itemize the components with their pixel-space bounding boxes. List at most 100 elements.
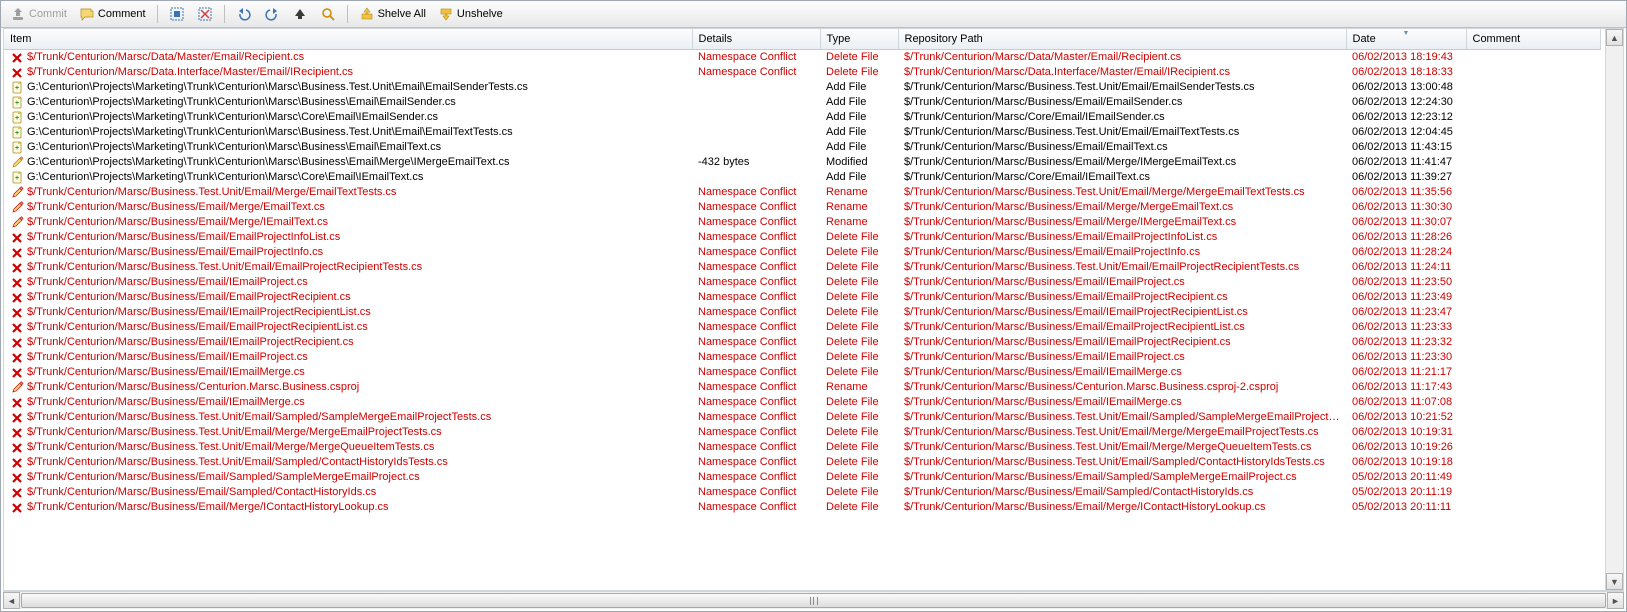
table-row[interactable]: $/Trunk/Centurion/Marsc/Business.Test.Un… — [4, 410, 1600, 425]
cell-type: Add File — [820, 170, 898, 185]
redo-button[interactable] — [259, 2, 285, 26]
delete-icon — [10, 471, 24, 485]
cell-item: +G:\Centurion\Projects\Marketing\Trunk\C… — [4, 80, 692, 95]
table-row[interactable]: $/Trunk/Centurion/Marsc/Business/Email/S… — [4, 470, 1600, 485]
table-row[interactable]: $/Trunk/Centurion/Marsc/Business/Centuri… — [4, 380, 1600, 395]
table-row[interactable]: $/Trunk/Centurion/Marsc/Business/Email/M… — [4, 500, 1600, 515]
cell-details: Namespace Conflict — [692, 230, 820, 245]
table-row[interactable]: +G:\Centurion\Projects\Marketing\Trunk\C… — [4, 170, 1600, 185]
table-row[interactable]: $/Trunk/Centurion/Marsc/Business/Email/I… — [4, 365, 1600, 380]
cell-comment — [1466, 380, 1600, 395]
table-row[interactable]: $/Trunk/Centurion/Marsc/Business/Email/I… — [4, 305, 1600, 320]
cell-item: +G:\Centurion\Projects\Marketing\Trunk\C… — [4, 110, 692, 125]
unshelve-button[interactable]: Unshelve — [433, 2, 508, 26]
cell-repo: $/Trunk/Centurion/Marsc/Business/Email/M… — [898, 500, 1346, 515]
item-path: $/Trunk/Centurion/Marsc/Business/Email/E… — [27, 230, 340, 245]
scroll-area[interactable]: Item Details Type Repository Path Date▼ … — [4, 29, 1623, 590]
table-row[interactable]: $/Trunk/Centurion/Marsc/Business.Test.Un… — [4, 425, 1600, 440]
cell-date: 06/02/2013 11:43:15 — [1346, 140, 1466, 155]
cell-details: Namespace Conflict — [692, 425, 820, 440]
cell-item: $/Trunk/Centurion/Marsc/Business/Email/I… — [4, 350, 692, 365]
cell-date: 06/02/2013 12:24:30 — [1346, 95, 1466, 110]
cell-date: 06/02/2013 11:23:33 — [1346, 320, 1466, 335]
table-row[interactable]: $/Trunk/Centurion/Marsc/Business/Email/I… — [4, 275, 1600, 290]
svg-text:+: + — [14, 85, 18, 92]
table-row[interactable]: $/Trunk/Centurion/Marsc/Data.Interface/M… — [4, 65, 1600, 80]
commit-button[interactable]: Commit — [5, 2, 72, 26]
table-row[interactable]: $/Trunk/Centurion/Marsc/Business/Email/M… — [4, 215, 1600, 230]
unshelve-icon — [438, 6, 454, 22]
scroll-down-button[interactable]: ▼ — [1606, 573, 1623, 590]
comment-icon — [79, 6, 95, 22]
header-comment[interactable]: Comment — [1466, 29, 1600, 50]
cell-type: Add File — [820, 80, 898, 95]
table-row[interactable]: +G:\Centurion\Projects\Marketing\Trunk\C… — [4, 95, 1600, 110]
horizontal-scrollbar[interactable]: ◄ ► — [3, 591, 1624, 609]
table-row[interactable]: $/Trunk/Centurion/Marsc/Business/Email/E… — [4, 320, 1600, 335]
find-button[interactable] — [315, 2, 341, 26]
table-row[interactable]: $/Trunk/Centurion/Marsc/Business.Test.Un… — [4, 260, 1600, 275]
cell-repo: $/Trunk/Centurion/Marsc/Business.Test.Un… — [898, 125, 1346, 140]
cell-details — [692, 80, 820, 95]
cell-repo: $/Trunk/Centurion/Marsc/Business.Test.Un… — [898, 185, 1346, 200]
table-row[interactable]: $/Trunk/Centurion/Marsc/Business/Email/I… — [4, 335, 1600, 350]
table-row[interactable]: $/Trunk/Centurion/Marsc/Business/Email/M… — [4, 200, 1600, 215]
edit-icon — [10, 186, 24, 200]
cell-date: 06/02/2013 11:23:50 — [1346, 275, 1466, 290]
cell-comment — [1466, 410, 1600, 425]
table-row[interactable]: $/Trunk/Centurion/Marsc/Business.Test.Un… — [4, 185, 1600, 200]
select-all-button[interactable] — [164, 2, 190, 26]
table-row[interactable]: $/Trunk/Centurion/Marsc/Business/Email/S… — [4, 485, 1600, 500]
deselect-all-button[interactable] — [192, 2, 218, 26]
header-type[interactable]: Type — [820, 29, 898, 50]
cell-repo: $/Trunk/Centurion/Marsc/Business.Test.Un… — [898, 260, 1346, 275]
add-icon: + — [10, 171, 24, 185]
comment-button[interactable]: Comment — [74, 2, 151, 26]
table-row[interactable]: $/Trunk/Centurion/Marsc/Data/Master/Emai… — [4, 50, 1600, 66]
undo-button[interactable] — [231, 2, 257, 26]
cell-type: Delete File — [820, 485, 898, 500]
cell-repo: $/Trunk/Centurion/Marsc/Business.Test.Un… — [898, 410, 1346, 425]
cell-details: Namespace Conflict — [692, 485, 820, 500]
cell-comment — [1466, 215, 1600, 230]
up-button[interactable] — [287, 2, 313, 26]
table-row[interactable]: G:\Centurion\Projects\Marketing\Trunk\Ce… — [4, 155, 1600, 170]
table-row[interactable]: $/Trunk/Centurion/Marsc/Business/Email/E… — [4, 245, 1600, 260]
table-row[interactable]: $/Trunk/Centurion/Marsc/Business/Email/I… — [4, 395, 1600, 410]
cell-comment — [1466, 170, 1600, 185]
table-row[interactable]: +G:\Centurion\Projects\Marketing\Trunk\C… — [4, 80, 1600, 95]
delete-icon — [10, 486, 24, 500]
header-details[interactable]: Details — [692, 29, 820, 50]
scroll-right-button[interactable]: ► — [1607, 592, 1624, 609]
cell-repo: $/Trunk/Centurion/Marsc/Business/Email/I… — [898, 350, 1346, 365]
cell-type: Delete File — [820, 455, 898, 470]
table-row[interactable]: $/Trunk/Centurion/Marsc/Business.Test.Un… — [4, 455, 1600, 470]
cell-type: Modified — [820, 155, 898, 170]
cell-item: $/Trunk/Centurion/Marsc/Business/Email/E… — [4, 245, 692, 260]
select-all-icon — [169, 6, 185, 22]
cell-date: 06/02/2013 18:19:43 — [1346, 50, 1466, 66]
cell-details: Namespace Conflict — [692, 410, 820, 425]
table-row[interactable]: $/Trunk/Centurion/Marsc/Business.Test.Un… — [4, 440, 1600, 455]
scroll-thumb[interactable] — [21, 593, 1606, 608]
scroll-up-button[interactable]: ▲ — [1606, 29, 1623, 46]
table-row[interactable]: +G:\Centurion\Projects\Marketing\Trunk\C… — [4, 140, 1600, 155]
cell-repo: $/Trunk/Centurion/Marsc/Core/Email/IEmai… — [898, 170, 1346, 185]
table-row[interactable]: +G:\Centurion\Projects\Marketing\Trunk\C… — [4, 125, 1600, 140]
header-date[interactable]: Date▼ — [1346, 29, 1466, 50]
table-row[interactable]: $/Trunk/Centurion/Marsc/Business/Email/E… — [4, 230, 1600, 245]
scroll-left-button[interactable]: ◄ — [3, 592, 20, 609]
header-item[interactable]: Item — [4, 29, 692, 50]
delete-icon — [10, 441, 24, 455]
table-row[interactable]: $/Trunk/Centurion/Marsc/Business/Email/E… — [4, 290, 1600, 305]
table-row[interactable]: $/Trunk/Centurion/Marsc/Business/Email/I… — [4, 350, 1600, 365]
shelve-all-button[interactable]: Shelve All — [354, 2, 431, 26]
cell-comment — [1466, 125, 1600, 140]
cell-item: $/Trunk/Centurion/Marsc/Business.Test.Un… — [4, 425, 692, 440]
cell-comment — [1466, 260, 1600, 275]
vertical-scrollbar[interactable]: ▲ ▼ — [1605, 29, 1623, 590]
scroll-grip-icon — [810, 597, 818, 605]
header-repo[interactable]: Repository Path — [898, 29, 1346, 50]
cell-details — [692, 125, 820, 140]
table-row[interactable]: +G:\Centurion\Projects\Marketing\Trunk\C… — [4, 110, 1600, 125]
